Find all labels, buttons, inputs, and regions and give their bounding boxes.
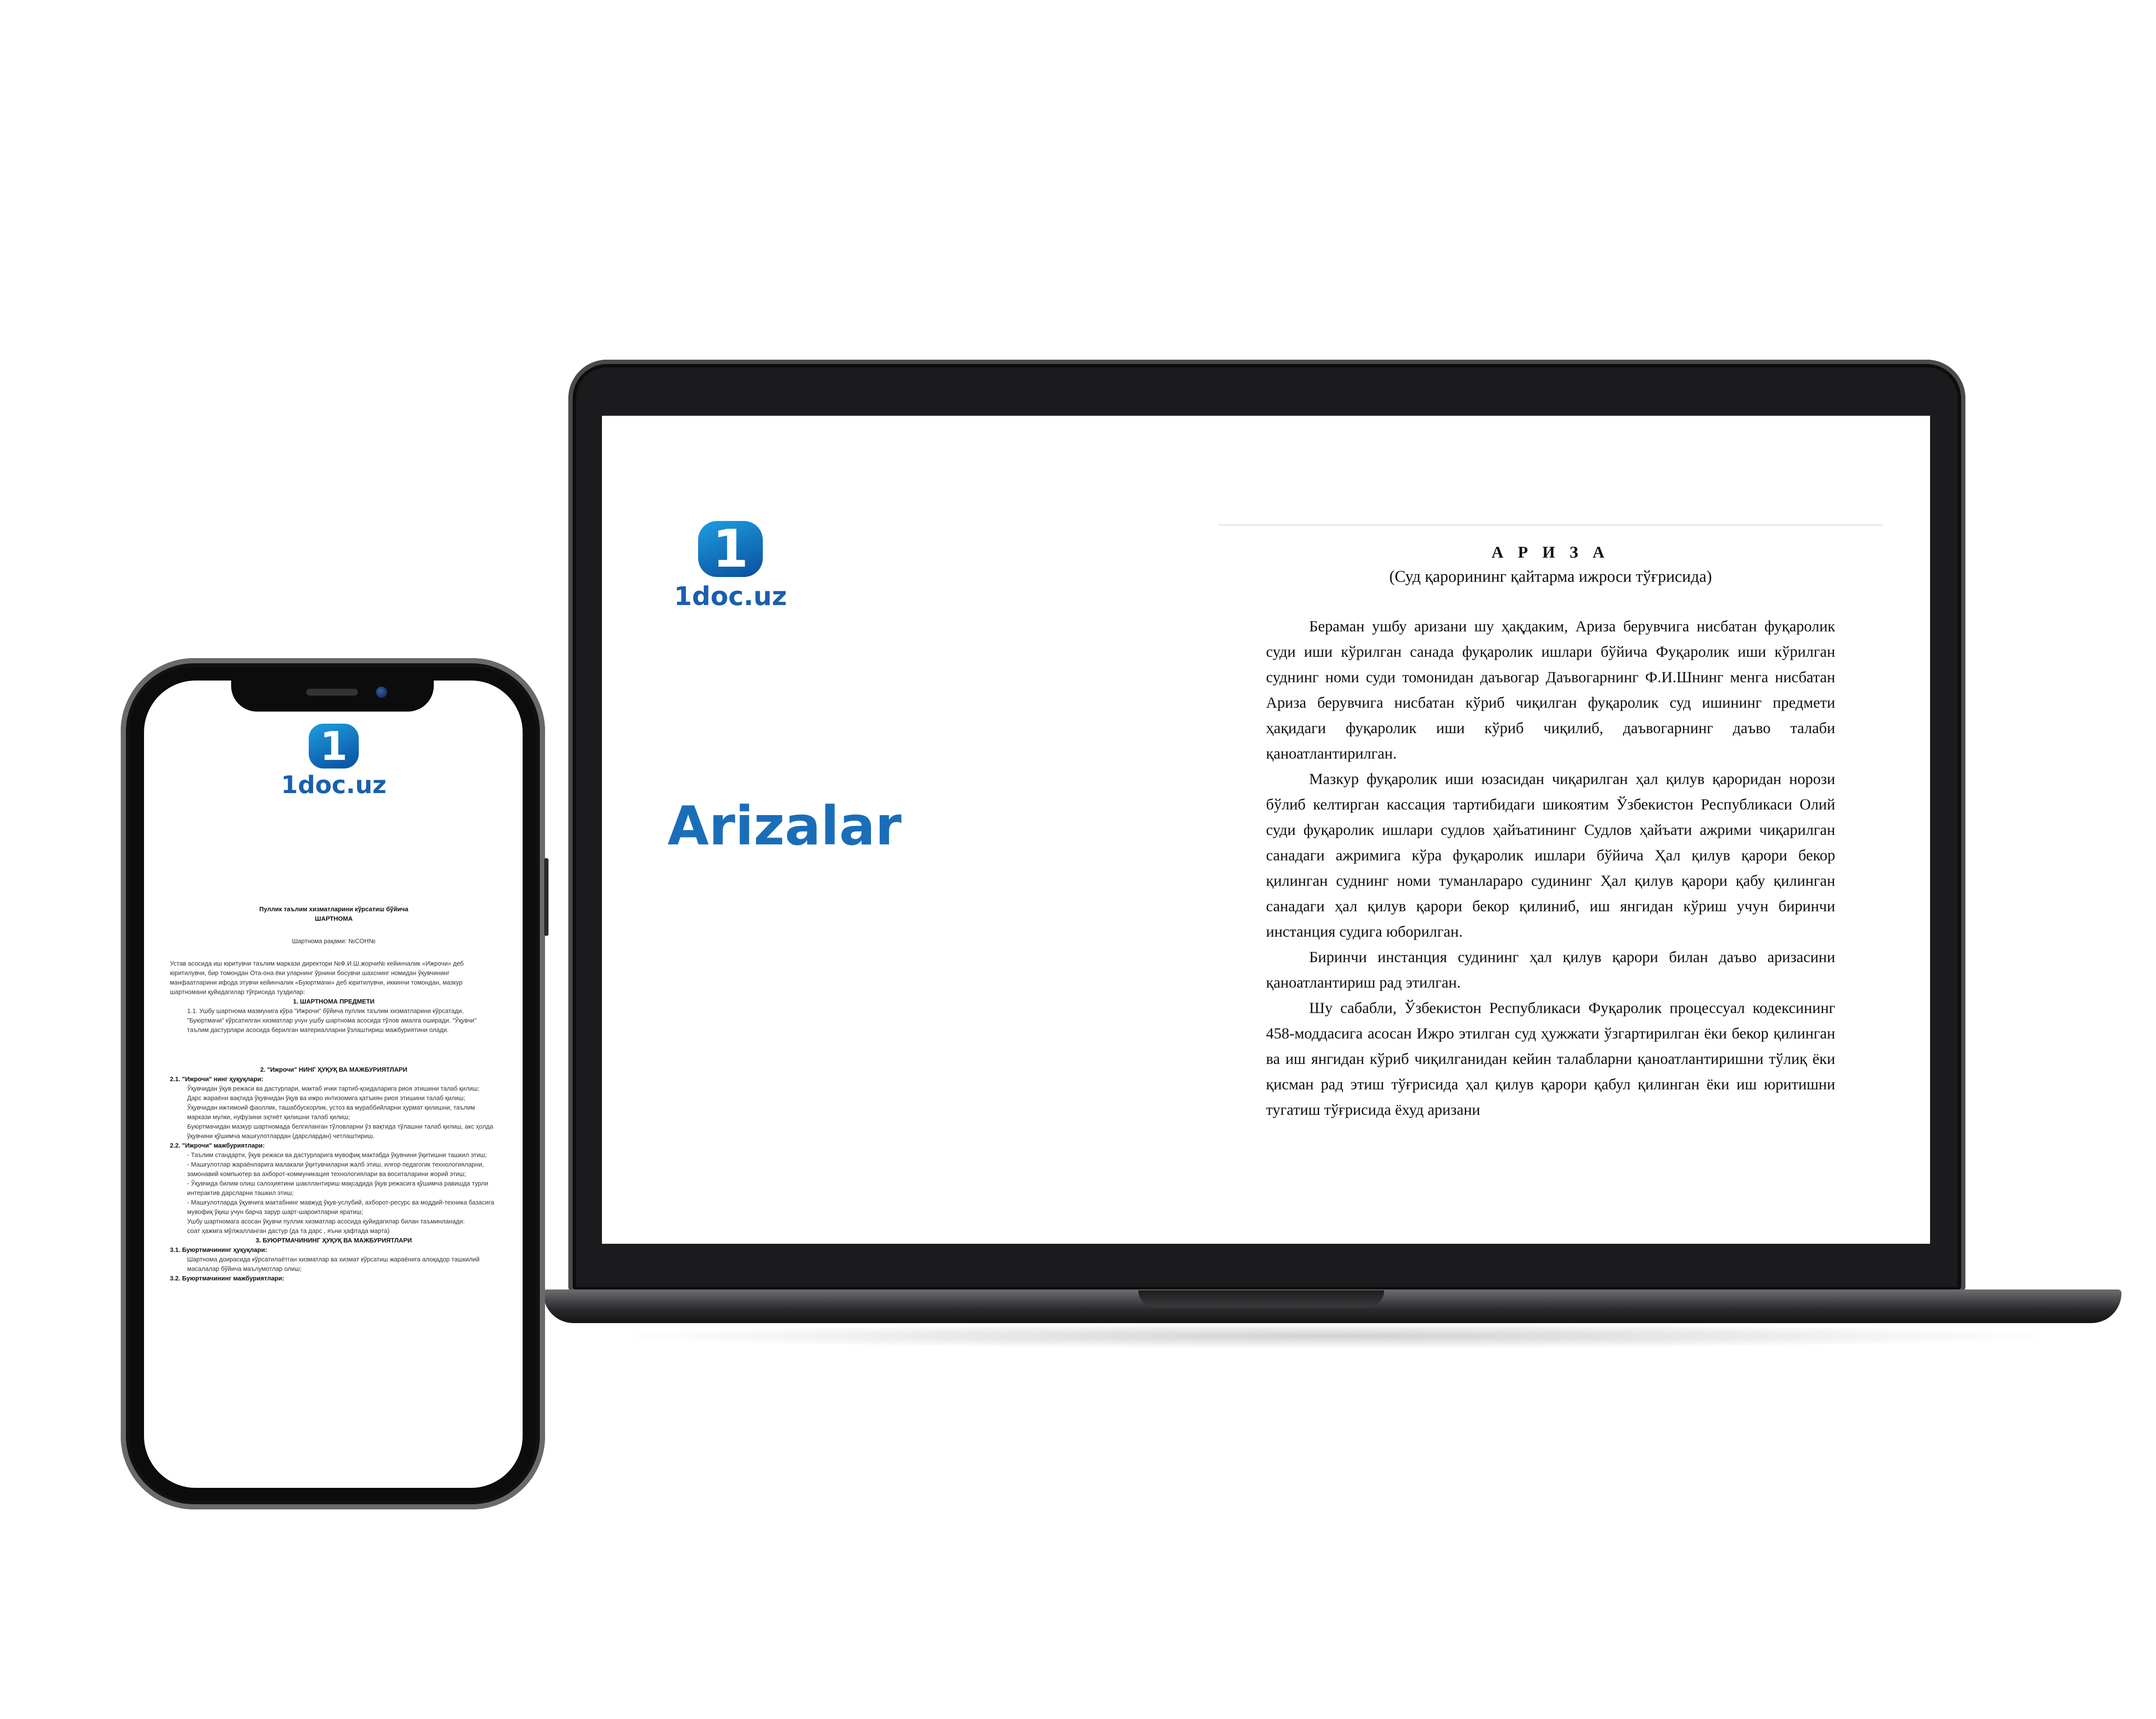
document-preview: А Р И З А (Суд қарорининг қайтарма ижрос… xyxy=(1219,524,1883,1244)
document-line: 2.2. "Ижрочи" мажбуриятлари: xyxy=(170,1142,265,1149)
document-line: - Машғулотларда ўқувчига мактабнинг мавж… xyxy=(187,1199,495,1216)
document-spacer xyxy=(170,946,498,959)
document-line: - Ўқувчида билим олиш салоҳиятини шаклла… xyxy=(187,1180,489,1197)
document-line: Ушбу шартномага асосан ўқувчи пуллик хиз… xyxy=(187,1218,465,1225)
section-title: Arizalar xyxy=(667,795,902,857)
document-line: 3.2. Буюртмачининг мажбуриятлари: xyxy=(170,1275,285,1282)
brand-logo[interactable]: 1 1doc.uz xyxy=(260,723,407,800)
document-line: 1.1. Ушбу шартнома мазмунига кўра "Ижроч… xyxy=(187,1008,477,1034)
document-line: ШАРТНОМА xyxy=(315,916,353,922)
laptop-screen: 1 1doc.uz Arizalar А Р И З А (Суд қарори… xyxy=(602,416,1930,1244)
document-paragraph: Биринчи инстанция судининг ҳал қилув қар… xyxy=(1266,948,1835,991)
document-spacer xyxy=(170,924,498,937)
phone-screen: 1 1doc.uz Пуллик таълим хизматларини кўр… xyxy=(144,681,523,1488)
document-line: Пуллик таълим хизматларини кўрсатиш бўйи… xyxy=(259,906,408,913)
document-line: - Таълим стандарти, ўқув режаси ва дасту… xyxy=(187,1152,487,1159)
document-line: 3. БУЮРТМАЧИНИНГ ҲУҚУҚ ВА МАЖБУРИЯТЛАРИ xyxy=(255,1237,412,1244)
phone-notch xyxy=(231,681,434,712)
logo-mark-icon: 1 xyxy=(698,519,763,579)
document-paragraph: Мазкур фуқаролик иши юзасидан чиқарилган… xyxy=(1266,770,1835,940)
document-paragraph: Бераман ушбу аризани шу ҳақдаким, Ариза … xyxy=(1266,618,1835,762)
logo-mark-icon: 1 xyxy=(309,723,359,769)
document-line: Шартнома рақами: №СОН№ xyxy=(292,938,376,945)
document-line: 1. ШАРТНОМА ПРЕДМЕТИ xyxy=(293,998,375,1005)
laptop-hinge-notch xyxy=(1138,1290,1384,1308)
document-line: 2. "Ижрочи" НИНГ ҲУҚУҚ ВА МАЖБУРИЯТЛАРИ xyxy=(260,1067,407,1073)
laptop-shadow xyxy=(604,1323,2070,1349)
phone-side-button xyxy=(544,858,548,936)
document-subtitle: (Суд қарорининг қайтарма ижроси тўғрисид… xyxy=(1389,568,1712,586)
document-line: - Машғулотлар жараёнларига малакали ўқит… xyxy=(187,1161,484,1178)
document-spacer xyxy=(170,1035,498,1065)
document-paragraph: Шу сабабли, Ўзбекистон Республикаси Фуқа… xyxy=(1266,999,1835,1118)
document-line: 3.1. Буюртмачининг ҳуқуқлари: xyxy=(170,1247,267,1254)
document-title: А Р И З А xyxy=(1492,543,1610,561)
camera-icon xyxy=(376,687,387,698)
document-line: соат ҳажмга мўлжалланган дастур (да та д… xyxy=(187,1228,390,1235)
document-line: 2.1. "Ижрочи" нинг ҳуқуқлари: xyxy=(170,1076,263,1083)
document-line: Дарс жараёни вақтида ўқувчидан ўқув ва и… xyxy=(187,1095,466,1102)
brand-logo[interactable]: 1 1doc.uz xyxy=(666,519,795,612)
logo-text: 1doc.uz xyxy=(281,771,387,799)
logo-text: 1doc.uz xyxy=(674,581,787,612)
speaker-icon xyxy=(306,689,358,696)
document-line: Устав асосида иш юритувчи таълим маркази… xyxy=(170,960,464,996)
document-line: Ўқувчидан ўқув режаси ва дастурлари, мак… xyxy=(187,1085,479,1092)
document-line: Ўқувчидан ижтимоий фаоллик, ташаббускорл… xyxy=(187,1104,475,1121)
document-line: Шартнома доирасида кўрсатилаётган хизмат… xyxy=(187,1256,480,1273)
contract-document: Пуллик таълим хизматларини кўрсатиш бўйи… xyxy=(170,905,498,1283)
document-line: Буюртмачидан мазкур шартномада белгиланг… xyxy=(187,1123,493,1140)
document-body: Бераман ушбу аризани шу ҳақдаким, Ариза … xyxy=(1266,614,1835,1123)
